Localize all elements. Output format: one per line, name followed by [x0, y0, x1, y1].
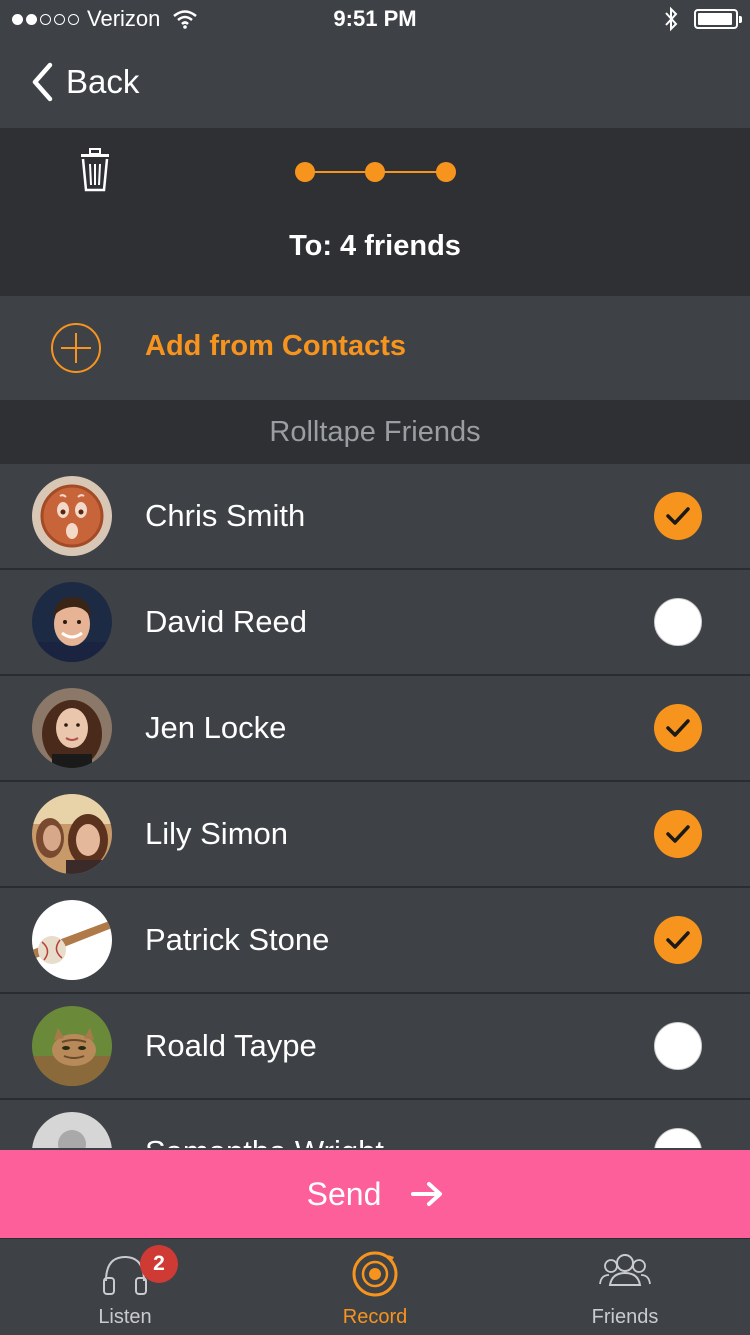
friends-icon [599, 1254, 651, 1286]
arrow-right-icon [411, 1182, 443, 1206]
trash-icon[interactable] [78, 148, 112, 192]
tab-listen[interactable]: 2 Listen [0, 1239, 250, 1335]
avatar [32, 688, 112, 768]
friend-row-chris-smith[interactable]: Chris Smith [0, 464, 750, 570]
unselected-checkbox[interactable] [654, 1022, 702, 1070]
add-from-contacts-button[interactable]: Add from Contacts [0, 296, 750, 400]
checkmark-icon [666, 719, 690, 737]
chevron-left-icon [32, 62, 53, 102]
message-header: To: 4 friends [0, 128, 750, 296]
back-label: Back [66, 63, 140, 100]
navigation-bar: Back [0, 40, 750, 129]
tab-bar: 2 Listen Record Friends [0, 1238, 750, 1335]
step-progress-indicator [295, 162, 456, 182]
friend-name: David Reed [145, 604, 307, 639]
selected-checkbox[interactable] [654, 704, 702, 752]
friend-row-david-reed[interactable]: David Reed [0, 570, 750, 676]
status-bar: Verizon 9:51 PM [0, 0, 750, 40]
send-label: Send [306, 1175, 382, 1212]
unselected-checkbox[interactable] [654, 598, 702, 646]
record-icon [352, 1251, 398, 1297]
avatar [32, 794, 112, 874]
avatar [32, 582, 112, 662]
avatar-placeholder [32, 1112, 112, 1148]
tab-label: Listen [98, 1306, 152, 1328]
selected-checkbox[interactable] [654, 492, 702, 540]
checkmark-icon [666, 507, 690, 525]
bluetooth-icon [665, 6, 678, 32]
friend-row-lily-simon[interactable]: Lily Simon [0, 782, 750, 888]
friend-name: Patrick Stone [145, 922, 330, 957]
back-button[interactable]: Back [30, 62, 139, 102]
tab-friends[interactable]: Friends [500, 1239, 750, 1335]
avatar [32, 1006, 112, 1086]
friend-row-roald-taype[interactable]: Roald Taype [0, 994, 750, 1100]
add-from-contacts-label: Add from Contacts [145, 330, 406, 362]
unselected-checkbox[interactable] [654, 1128, 702, 1148]
friend-name: Chris Smith [145, 498, 306, 533]
checkmark-icon [666, 825, 690, 843]
friend-row-jen-locke[interactable]: Jen Locke [0, 676, 750, 782]
notification-badge: 2 [140, 1245, 178, 1283]
send-button[interactable]: Send [0, 1150, 750, 1238]
friend-row-patrick-stone[interactable]: Patrick Stone [0, 888, 750, 994]
friend-name: Samantha Wright [145, 1134, 384, 1148]
status-time: 9:51 PM [333, 6, 417, 31]
recipients-count: To: 4 friends [289, 230, 461, 262]
friend-name: Roald Taype [145, 1028, 317, 1063]
avatar [32, 476, 112, 556]
avatar [32, 900, 112, 980]
friend-name: Lily Simon [145, 816, 288, 851]
friend-row-samantha-wright[interactable]: Samantha Wright [0, 1100, 750, 1148]
selected-checkbox[interactable] [654, 810, 702, 858]
tab-label: Record [342, 1306, 408, 1328]
battery-icon [694, 9, 742, 29]
friends-list[interactable]: Chris Smith David Reed Jen Locke Lily Si… [0, 464, 750, 1148]
tab-label: Friends [591, 1306, 659, 1328]
add-circle-icon [51, 323, 101, 373]
friend-name: Jen Locke [145, 710, 287, 745]
section-title: Rolltape Friends [269, 416, 481, 448]
checkmark-icon [666, 931, 690, 949]
tab-record[interactable]: Record [250, 1239, 500, 1335]
selected-checkbox[interactable] [654, 916, 702, 964]
section-header: Rolltape Friends [0, 400, 750, 464]
